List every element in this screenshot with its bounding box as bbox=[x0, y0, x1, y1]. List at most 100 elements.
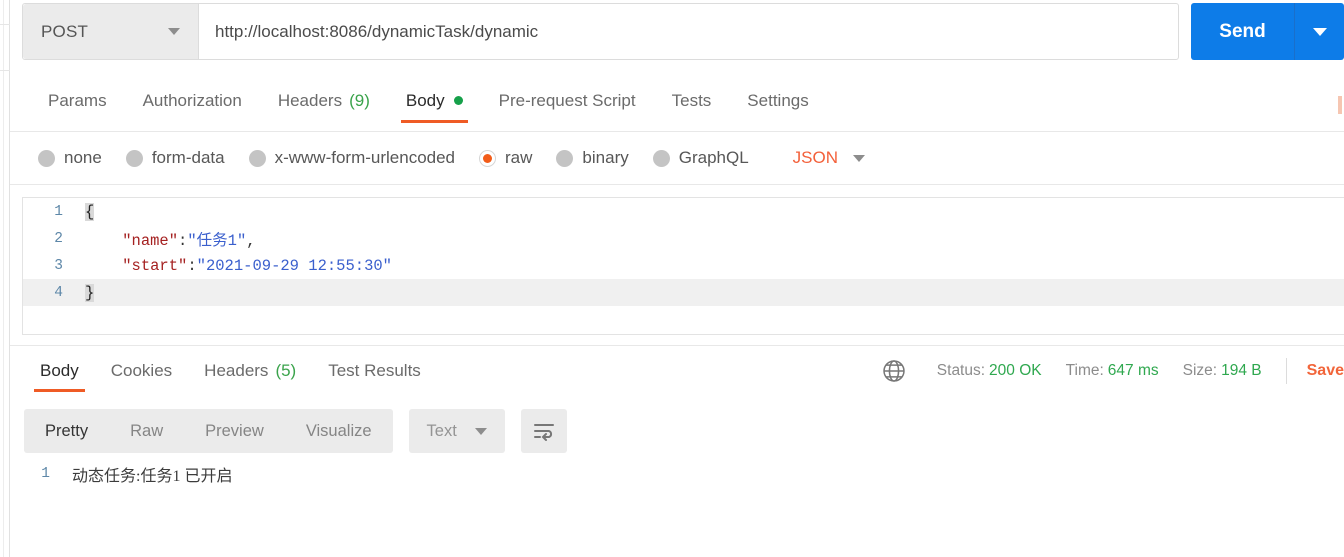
radio-unselected-icon bbox=[248, 149, 266, 167]
body-type-raw[interactable]: raw bbox=[479, 148, 532, 168]
http-method-label: POST bbox=[41, 21, 89, 41]
send-button[interactable]: Send bbox=[1191, 3, 1295, 60]
time-value: 647 ms bbox=[1107, 361, 1159, 379]
json-key: "start" bbox=[122, 256, 188, 275]
globe-icon bbox=[881, 358, 907, 384]
response-body-line: 1 动态任务:任务1 已开启 bbox=[10, 460, 1344, 488]
status-metric: Status: 200 OK bbox=[937, 362, 1042, 380]
http-method-selector[interactable]: POST bbox=[23, 4, 199, 59]
time-metric: Time: 647 ms bbox=[1066, 362, 1159, 380]
response-tab-label: Cookies bbox=[110, 360, 173, 380]
body-type-x-www-form-urlencoded[interactable]: x-www-form-urlencoded bbox=[248, 148, 455, 168]
request-tab-pre-request-script[interactable]: Pre-request Script bbox=[481, 70, 654, 131]
response-view-mode-group: Pretty Raw Preview Visualize bbox=[24, 409, 393, 453]
json-colon: : bbox=[187, 256, 197, 275]
request-tab-label: Params bbox=[48, 90, 107, 110]
divider bbox=[1285, 357, 1287, 384]
editor-line: 1{ bbox=[23, 198, 1344, 225]
request-tab-count: (9) bbox=[349, 90, 370, 110]
request-tab-label: Authorization bbox=[142, 90, 242, 110]
request-tab-params[interactable]: Params bbox=[30, 70, 125, 131]
response-view-toolbar: Pretty Raw Preview Visualize Text bbox=[10, 405, 567, 457]
request-tab-authorization[interactable]: Authorization bbox=[125, 70, 260, 131]
chevron-down-icon bbox=[474, 427, 487, 435]
chevron-down-icon bbox=[853, 154, 866, 162]
response-header-bar: Body Cookies Headers (5) Test Results Status… bbox=[10, 345, 1344, 395]
sidebar-edge-inner bbox=[0, 0, 4, 557]
size-metric: Size: 194 B bbox=[1183, 362, 1262, 380]
body-type-form-data[interactable]: form-data bbox=[125, 148, 225, 168]
raw-format-selector[interactable]: JSON bbox=[792, 148, 866, 168]
save-response-button[interactable]: Save bbox=[1307, 362, 1344, 380]
radio-selected-icon bbox=[479, 149, 497, 167]
editor-line-content[interactable]: } bbox=[85, 283, 95, 302]
response-format-label: Text bbox=[426, 421, 457, 440]
body-type-selector-bar: none form-data x-www-form-urlencoded raw bin… bbox=[10, 132, 1344, 185]
response-tab-cookies[interactable]: Cookies bbox=[95, 346, 188, 395]
chevron-down-icon bbox=[1312, 27, 1327, 36]
json-key: "name" bbox=[122, 231, 179, 250]
request-tab-bar: Params Authorization Headers (9) Body Pre-req… bbox=[10, 70, 1344, 132]
response-format-selector[interactable]: Text bbox=[408, 409, 505, 453]
request-tab-label: Tests bbox=[671, 90, 712, 110]
body-type-label: form-data bbox=[151, 148, 225, 167]
body-type-label: binary bbox=[582, 148, 629, 167]
json-value: "2021-09-29 12:55:30" bbox=[196, 256, 392, 275]
request-tab-settings[interactable]: Settings bbox=[729, 70, 826, 131]
url-input[interactable]: http://localhost:8086/dynamicTask/dynami… bbox=[199, 4, 1178, 59]
editor-line-number: 4 bbox=[54, 284, 63, 301]
request-body-editor[interactable]: 1{2 "name":"任务1", 3 "start":"2021-09-29 1… bbox=[22, 197, 1344, 335]
body-type-graphql[interactable]: GraphQL bbox=[652, 148, 749, 168]
offscreen-element-sliver bbox=[1338, 96, 1342, 114]
view-mode-preview[interactable]: Preview bbox=[184, 409, 285, 453]
url-field-group: POST http://localhost:8086/dynamicTask/d… bbox=[22, 3, 1179, 60]
body-type-label: raw bbox=[505, 148, 533, 167]
request-tab-body[interactable]: Body bbox=[388, 70, 481, 131]
request-url-bar: POST http://localhost:8086/dynamicTask/d… bbox=[10, 0, 1344, 70]
view-mode-raw[interactable]: Raw bbox=[109, 409, 184, 453]
request-tab-tests[interactable]: Tests bbox=[654, 70, 730, 131]
body-type-none[interactable]: none bbox=[38, 148, 102, 168]
response-tab-headers[interactable]: Headers (5) bbox=[188, 346, 312, 395]
response-tab-label: Body bbox=[40, 360, 79, 380]
json-comma: , bbox=[246, 231, 256, 250]
editor-line-content[interactable]: "start":"2021-09-29 12:55:30" bbox=[85, 257, 392, 275]
chevron-down-icon bbox=[168, 28, 180, 35]
editor-line-number: 1 bbox=[54, 203, 63, 220]
body-type-binary[interactable]: binary bbox=[556, 148, 629, 168]
json-value: "任务1" bbox=[187, 231, 247, 250]
body-type-label: GraphQL bbox=[678, 148, 749, 167]
view-mode-visualize[interactable]: Visualize bbox=[285, 409, 393, 453]
editor-line-number: 2 bbox=[54, 230, 63, 247]
size-label: Size: bbox=[1182, 361, 1218, 379]
radio-unselected-icon bbox=[125, 149, 143, 167]
response-line-number: 1 bbox=[41, 466, 50, 482]
view-mode-pretty[interactable]: Pretty bbox=[24, 409, 109, 453]
raw-format-label: JSON bbox=[792, 148, 839, 167]
sidebar-edge bbox=[0, 0, 10, 557]
request-tab-headers[interactable]: Headers (9) bbox=[260, 70, 388, 131]
response-tab-label: Headers bbox=[204, 360, 269, 380]
editor-line-content[interactable]: "name":"任务1", bbox=[85, 228, 256, 250]
response-body-text: 动态任务:任务1 已开启 bbox=[72, 468, 233, 485]
response-tab-test-results[interactable]: Test Results bbox=[312, 346, 437, 395]
request-tab-label: Body bbox=[405, 90, 445, 110]
response-tab-count: (5) bbox=[275, 360, 297, 380]
request-tab-label: Pre-request Script bbox=[498, 90, 636, 110]
editor-line: 2 "name":"任务1", bbox=[23, 225, 1344, 252]
response-meta: Status: 200 OK Time: 647 ms Size: 194 B Sav… bbox=[881, 346, 1344, 395]
rail-divider bbox=[0, 70, 10, 71]
send-options-button[interactable] bbox=[1295, 3, 1344, 60]
response-body-viewer[interactable]: 1 动态任务:任务1 已开启 bbox=[10, 460, 1344, 557]
size-value: 194 B bbox=[1221, 361, 1262, 379]
send-button-group[interactable]: Send bbox=[1191, 3, 1344, 60]
status-value: 200 OK bbox=[989, 361, 1042, 379]
editor-line-content[interactable]: { bbox=[85, 202, 95, 221]
rail-divider bbox=[0, 24, 10, 25]
response-tab-body[interactable]: Body bbox=[24, 346, 95, 395]
status-label: Status: bbox=[936, 361, 986, 379]
editor-line: 4} bbox=[23, 279, 1344, 306]
editor-line: 3 "start":"2021-09-29 12:55:30" bbox=[23, 252, 1344, 279]
json-colon: : bbox=[178, 231, 188, 250]
wrap-text-button[interactable] bbox=[520, 409, 567, 453]
